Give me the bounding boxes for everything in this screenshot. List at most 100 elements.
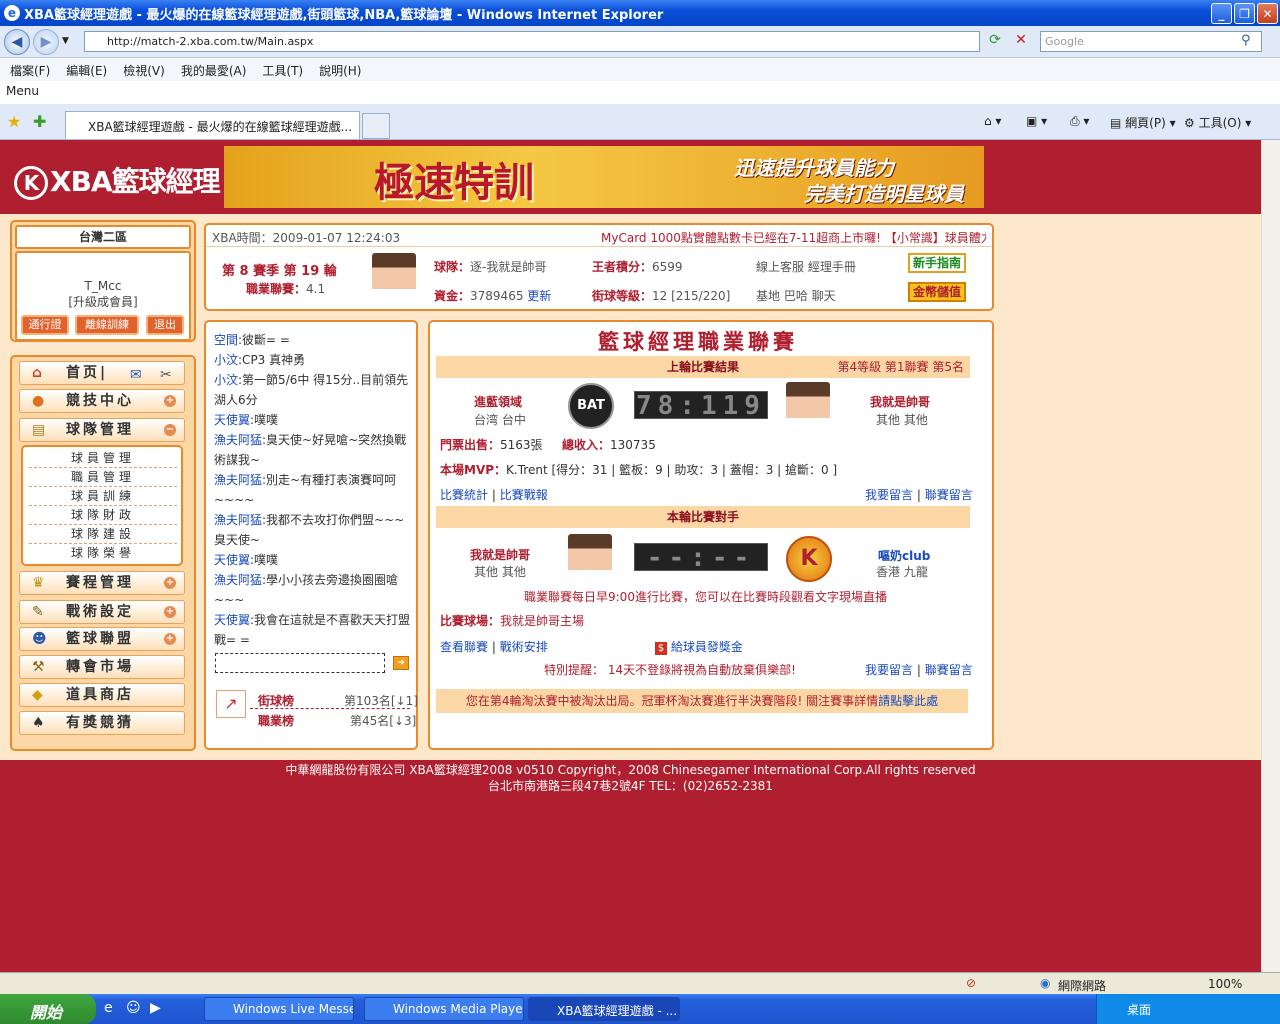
next-home-team[interactable]: 我就是帥哥	[470, 546, 530, 563]
nav-transfer[interactable]: ⚒ 轉會市場	[19, 655, 185, 679]
tab-xba[interactable]: XBA籃球經理遊戲 - 最火爆的在線籃球經理遊戲...	[65, 111, 360, 139]
chat-user[interactable]: 天使翼	[214, 553, 250, 567]
league-message-link[interactable]: 聯賽留言	[925, 663, 973, 677]
desktop-label[interactable]: 桌面	[1127, 1003, 1151, 1017]
menu-edit[interactable]: 編輯(E)	[66, 62, 107, 79]
logout-button[interactable]: 退出	[146, 315, 184, 335]
xba-logo[interactable]: K XBA籃球經理	[14, 160, 221, 200]
nav-quiz[interactable]: ♠ 有獎競猜	[19, 711, 185, 735]
favorites-star-icon[interactable]: ★	[7, 112, 21, 131]
submenu-construction[interactable]: 球隊建設	[29, 525, 177, 544]
forward-button[interactable]: ▶	[33, 29, 59, 55]
nav-schedule[interactable]: ♛ 賽程管理 +	[19, 571, 185, 595]
task-ie-xba[interactable]: XBA籃球經理遊戲 - ...	[528, 997, 680, 1021]
topup-button[interactable]: 金幣儲值	[908, 282, 966, 302]
chat-user[interactable]: 天使翼	[214, 413, 250, 427]
messenger-quicklaunch-icon[interactable]: ☺	[126, 1000, 141, 1016]
page-menu[interactable]: ▤ 網頁(P) ▾	[1110, 114, 1176, 131]
menu-tools[interactable]: 工具(T)	[262, 62, 303, 79]
menu-help[interactable]: 說明(H)	[319, 62, 361, 79]
nav-tactics[interactable]: ✎ 戰術設定 +	[19, 600, 185, 624]
menu-view[interactable]: 檢視(V)	[123, 62, 165, 79]
expand-icon[interactable]: +	[164, 606, 176, 618]
start-button[interactable]: 開始	[0, 994, 96, 1024]
menu-favorites[interactable]: 我的最愛(A)	[181, 62, 247, 79]
nav-shop[interactable]: ◆ 道具商店	[19, 683, 185, 707]
cup-details-link[interactable]: 請點擊此處	[878, 694, 938, 708]
zoom-value[interactable]: 100%	[1208, 977, 1242, 991]
search-icon[interactable]: ⚲	[1241, 33, 1251, 48]
nav-league[interactable]: ☻ 籃球聯盟 +	[19, 627, 185, 651]
back-button[interactable]: ◀	[4, 29, 30, 55]
submenu-finance[interactable]: 球隊財政	[29, 506, 177, 525]
restore-button[interactable]: ❐	[1234, 3, 1255, 24]
rss-icon[interactable]: ▣ ▾	[1026, 114, 1047, 128]
minimize-button[interactable]: _	[1211, 3, 1232, 24]
nav-arena[interactable]: ● 競技中心 +	[19, 389, 185, 413]
stop-icon[interactable]: ✕	[1011, 32, 1031, 52]
promo-banner[interactable]: 極速特訓 迅速提升球員能力 完美打造明星球員	[224, 146, 984, 208]
chat-user[interactable]: 漁夫阿猛	[214, 473, 262, 487]
chat-user[interactable]: 漁夫阿猛	[214, 513, 262, 527]
system-tray: 桌面	[1096, 994, 1280, 1024]
nav-home[interactable]: ⌂ 首页| ✉ ✂	[19, 361, 185, 385]
mail-icon[interactable]: ✉	[130, 364, 142, 386]
expand-icon[interactable]: +	[164, 577, 176, 589]
chat-user[interactable]: 小汶	[214, 353, 238, 367]
add-favorite-icon[interactable]: ✚	[33, 112, 46, 131]
collapse-icon[interactable]: −	[164, 424, 176, 436]
submenu-staff[interactable]: 職員管理	[29, 468, 177, 487]
service-links[interactable]: 線上客服 經理手冊	[756, 258, 856, 275]
match-stats-link[interactable]: 比賽統計	[440, 488, 488, 502]
new-tab-button[interactable]	[362, 113, 390, 139]
chat-user[interactable]: 漁夫阿猛	[214, 433, 262, 447]
match-report-link[interactable]: 比賽戰報	[500, 488, 548, 502]
leave-message-link[interactable]: 我要留言	[865, 663, 913, 677]
home-team-name[interactable]: 進藍領域	[474, 393, 522, 410]
chat-user[interactable]: 空間	[214, 333, 238, 347]
view-league-link[interactable]: 查看聯賽	[440, 640, 488, 654]
task-media-player[interactable]: Windows Media Player	[364, 997, 524, 1021]
passport-button[interactable]: 通行證	[21, 315, 69, 335]
search-input[interactable]: Google	[1040, 31, 1262, 52]
chat-input[interactable]	[215, 653, 385, 673]
tools-menu[interactable]: ⚙ 工具(O) ▾	[1184, 114, 1251, 131]
tactics-link[interactable]: 戰術安排	[500, 640, 548, 654]
funds-update-link[interactable]: 更新	[527, 289, 551, 303]
close-button[interactable]: ✕	[1257, 3, 1278, 24]
submenu-training[interactable]: 球員訓練	[29, 487, 177, 506]
history-dropdown-icon[interactable]: ▼	[62, 36, 69, 46]
news-marquee[interactable]: MyCard 1000點實體點數卡已經在7-11超商上市囉! 【小常識】球員體力…	[601, 229, 986, 246]
offline-training-button[interactable]: 離線訓練	[75, 315, 139, 335]
next-away-team[interactable]: 嘔奶club	[878, 547, 930, 564]
vertical-scrollbar[interactable]	[1261, 140, 1280, 972]
menu-file[interactable]: 檔案(F)	[10, 62, 50, 79]
level-label: 街球等級：	[592, 289, 653, 303]
away-team-name[interactable]: 我就是帥哥	[870, 393, 930, 410]
chat-user[interactable]: 天使翼	[214, 613, 250, 627]
print-icon[interactable]: ⎙ ▾	[1070, 114, 1089, 129]
chat-user[interactable]: 小汶	[214, 373, 238, 387]
home-team-location: 台湾 台中	[474, 413, 526, 427]
ie-quicklaunch-icon[interactable]: e	[104, 1000, 113, 1016]
expand-icon[interactable]: +	[164, 633, 176, 645]
nav-team-management[interactable]: ▤ 球隊管理 −	[19, 418, 185, 442]
refresh-icon[interactable]: ⟳	[985, 32, 1005, 52]
beginner-guide-button[interactable]: 新手指南	[908, 253, 966, 273]
submenu-players[interactable]: 球員管理	[29, 449, 177, 468]
upgrade-link[interactable]: [升級成會員]	[17, 293, 189, 310]
chat-send-button[interactable]: ➜	[393, 656, 409, 670]
chat-user[interactable]: 漁夫阿猛	[214, 573, 262, 587]
home-icon[interactable]: ⌂ ▾	[984, 114, 1001, 128]
task-messenger[interactable]: Windows Live Messen...	[204, 997, 354, 1021]
league-message-link[interactable]: 聯賽留言	[925, 488, 973, 502]
community-links[interactable]: 基地 巴哈 聊天	[756, 287, 836, 304]
media-quicklaunch-icon[interactable]: ▶	[150, 1000, 161, 1016]
address-bar[interactable]: http://match-2.xba.com.tw/Main.aspx	[84, 31, 980, 52]
leave-message-link[interactable]: 我要留言	[865, 488, 913, 502]
bonus-link[interactable]: 給球員發獎金	[671, 640, 743, 654]
expand-icon[interactable]: +	[164, 395, 176, 407]
submenu-honors[interactable]: 球隊榮譽	[29, 544, 177, 563]
privacy-icon[interactable]: ⊘	[966, 976, 976, 990]
settings-icon[interactable]: ✂	[160, 364, 172, 386]
